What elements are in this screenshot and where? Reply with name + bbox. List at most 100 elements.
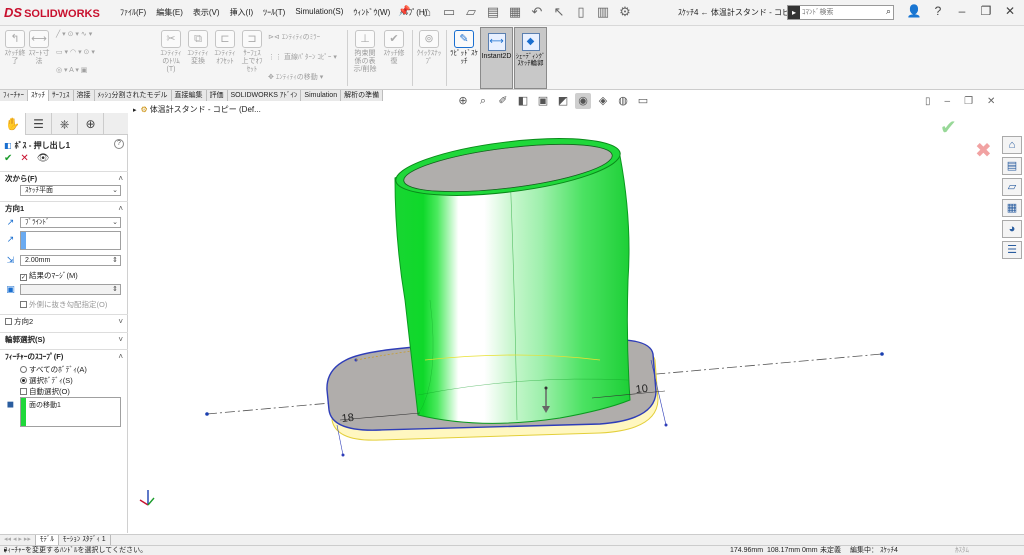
- help-icon[interactable]: ?: [114, 139, 124, 149]
- home-icon[interactable]: ⌂: [418, 3, 436, 21]
- feature-manager-tab-icon[interactable]: ✋: [0, 113, 26, 135]
- split-viewport-icon[interactable]: ▯: [925, 96, 931, 107]
- direction2-checkbox[interactable]: [5, 318, 12, 325]
- collapse-icon[interactable]: ˄: [118, 350, 123, 364]
- spin-icon[interactable]: ⇕: [112, 285, 118, 294]
- graphics-area[interactable]: 18 10: [128, 113, 1000, 533]
- collapse-icon[interactable]: ˄: [118, 172, 123, 186]
- shaded-sketch-contours-button[interactable]: ◆ ｼｪｰﾃﾞｨﾝｸﾞ ｽｹｯﾁ輪郭: [514, 27, 547, 89]
- dimxpert-tab-icon[interactable]: ⊕: [78, 113, 104, 135]
- repair-sketch-button[interactable]: ✔ ｽｹｯﾁ修復: [381, 30, 407, 66]
- previous-view-icon[interactable]: ✐: [495, 93, 511, 109]
- apply-scene-icon[interactable]: ◍: [615, 93, 631, 109]
- zoom-to-fit-icon[interactable]: ⊕: [455, 93, 471, 109]
- rapid-sketch-button[interactable]: ✎ ﾗﾋﾟｯﾄﾞｽｹｯﾁ: [450, 30, 478, 66]
- cancel-x-icon[interactable]: ✕: [20, 153, 28, 164]
- user-icon[interactable]: 👤: [906, 4, 922, 18]
- smart-dimension-button[interactable]: ⟷ ｽﾏｰﾄ寸法: [28, 30, 50, 66]
- hide-show-items-icon[interactable]: ◉: [575, 93, 591, 109]
- confirm-ok-icon[interactable]: ✔: [940, 115, 957, 140]
- tab-surfaces[interactable]: ｻｰﾌｪｽ: [49, 90, 74, 101]
- quick-snaps-button[interactable]: ⊚ ｸｲｯｸｽﾅｯﾌﾟ: [416, 30, 442, 66]
- display-style-icon[interactable]: ◩: [555, 93, 571, 109]
- reverse-direction-icon[interactable]: ↗: [5, 217, 16, 228]
- from-section-header[interactable]: 次から(F) ˄: [0, 171, 128, 185]
- property-manager-tab-icon[interactable]: ☰: [26, 113, 52, 135]
- direction-vector-selection[interactable]: [20, 231, 121, 250]
- edit-appearance-icon[interactable]: ◈: [595, 93, 611, 109]
- menu-insert[interactable]: 挿入(I): [230, 7, 254, 18]
- feature-scope-section-header[interactable]: ﾌｨｰﾁｬｰのｽｺｰﾌﾟ(F) ˄: [0, 349, 128, 363]
- expand-icon[interactable]: ˅: [118, 315, 123, 329]
- list-item[interactable]: 面の移動1: [29, 400, 61, 410]
- rebuild-icon[interactable]: ▯: [572, 3, 590, 21]
- file-properties-icon[interactable]: ▥: [594, 3, 612, 21]
- ok-check-icon[interactable]: ✔: [4, 153, 12, 164]
- draft-outward-checkbox[interactable]: 外側に抜き勾配指定(O): [20, 299, 107, 310]
- view-palette-icon[interactable]: ▦: [1002, 199, 1022, 217]
- help-icon[interactable]: ?: [930, 4, 946, 18]
- view-settings-icon[interactable]: ▭: [635, 93, 651, 109]
- zoom-to-area-icon[interactable]: ⌕: [475, 93, 491, 109]
- direction2-section-header[interactable]: 方向2 ˅: [0, 314, 128, 328]
- open-folder-icon[interactable]: ▱: [462, 3, 480, 21]
- collapse-icon[interactable]: ˄: [118, 202, 123, 216]
- tab-features[interactable]: ﾌｨｰﾁｬｰ: [0, 90, 28, 101]
- from-select[interactable]: ｽｹｯﾁ平面 ⌄: [20, 185, 121, 196]
- misc-tools-row[interactable]: ◎ ▾ A ▾ ▣: [56, 66, 87, 74]
- preview-eye-icon[interactable]: 👁: [37, 153, 50, 164]
- linear-pattern-button[interactable]: ⋮⋮ 直線ﾊﾟﾀｰﾝ ｺﾋﾟｰ ▾: [268, 52, 337, 62]
- trim-entities-button[interactable]: ✂ ｴﾝﾃｨﾃｨのﾄﾘﾑ(T): [160, 30, 182, 74]
- tab-sketch[interactable]: ｽｹｯﾁ: [28, 90, 49, 101]
- sketch-point[interactable]: [341, 453, 345, 457]
- tab-weldments[interactable]: 溶接: [73, 90, 95, 101]
- solidworks-logo[interactable]: DS SOLIDWORKS: [4, 3, 106, 23]
- menu-simulation[interactable]: Simulation(S): [295, 7, 343, 18]
- close-icon[interactable]: ✕: [1002, 4, 1018, 18]
- viewport-minimize-icon[interactable]: –: [945, 96, 951, 107]
- axis-end-point[interactable]: [205, 412, 209, 416]
- menu-edit[interactable]: 編集(E): [156, 7, 183, 18]
- scope-all-bodies-radio[interactable]: すべてのﾎﾞﾃﾞｨ(A): [20, 364, 87, 375]
- save-icon[interactable]: ▤: [484, 3, 502, 21]
- solidworks-resources-icon[interactable]: ⌂: [1002, 136, 1022, 154]
- print-icon[interactable]: ▦: [506, 3, 524, 21]
- offset-entities-button[interactable]: ⊏ ｴﾝﾃｨﾃｨｵﾌｾｯﾄ: [213, 30, 237, 66]
- line-tools-row[interactable]: ╱ ▾ ⊙ ▾ ∿ ▾: [56, 30, 92, 38]
- pin-icon[interactable]: 📌: [398, 6, 410, 17]
- direction1-section-header[interactable]: 方向1 ˄: [0, 201, 128, 215]
- viewport-restore-icon[interactable]: ❐: [964, 96, 973, 107]
- view-orientation-icon[interactable]: ▣: [535, 93, 551, 109]
- menu-view[interactable]: 表示(V): [193, 7, 220, 18]
- move-entities-button[interactable]: ✥ ｴﾝﾃｨﾃｨの移動 ▾: [268, 72, 323, 82]
- design-library-icon[interactable]: ▤: [1002, 157, 1022, 175]
- convert-entities-button[interactable]: ⧉ ｴﾝﾃｨﾃｨ変換: [186, 30, 210, 66]
- undo-icon[interactable]: ↶: [528, 3, 546, 21]
- auto-select-checkbox[interactable]: 自動選択(O): [20, 386, 70, 397]
- status-units[interactable]: ｶｽﾀﾑ ˄: [955, 546, 969, 555]
- tab-simulation[interactable]: Simulation: [301, 90, 342, 101]
- menu-window[interactable]: ｳｨﾝﾄﾞｳ(W): [353, 7, 390, 18]
- tab-analysis-prep[interactable]: 解析の準備: [341, 90, 384, 101]
- tab-evaluate[interactable]: 評価: [206, 90, 228, 101]
- search-input[interactable]: [802, 7, 880, 18]
- custom-properties-icon[interactable]: ☰: [1002, 241, 1022, 259]
- bodies-selection-list[interactable]: 面の移動1: [20, 397, 121, 427]
- search-icon[interactable]: ⌕: [886, 6, 891, 17]
- expand-icon[interactable]: ˅: [118, 333, 123, 347]
- tab-direct-editing[interactable]: 直接編集: [171, 90, 207, 101]
- search-mode-icon[interactable]: ▸: [788, 6, 800, 19]
- display-relations-button[interactable]: ⊥ 拘束関係の表示/削除: [352, 30, 378, 74]
- draft-icon[interactable]: ▣: [5, 284, 16, 295]
- select-arrow-icon[interactable]: ↖: [550, 3, 568, 21]
- mirror-entities-button[interactable]: ⊳⊲ ｴﾝﾃｨﾃｨのﾐﾗｰ: [268, 32, 320, 42]
- contour-section-header[interactable]: 輪郭選択(S) ˅: [0, 332, 128, 346]
- restore-icon[interactable]: ❐: [978, 4, 994, 18]
- dimension-18[interactable]: 18: [341, 412, 354, 425]
- confirm-cancel-icon[interactable]: ✖: [975, 138, 992, 163]
- options-gear-icon[interactable]: ⚙: [616, 3, 634, 21]
- new-document-icon[interactable]: ▭: [440, 3, 458, 21]
- depth-input[interactable]: 2.00mm ⇕: [20, 255, 121, 266]
- exit-sketch-button[interactable]: ↰ ｽｹｯﾁ終了: [4, 30, 26, 66]
- configuration-manager-tab-icon[interactable]: ⎈: [52, 113, 78, 135]
